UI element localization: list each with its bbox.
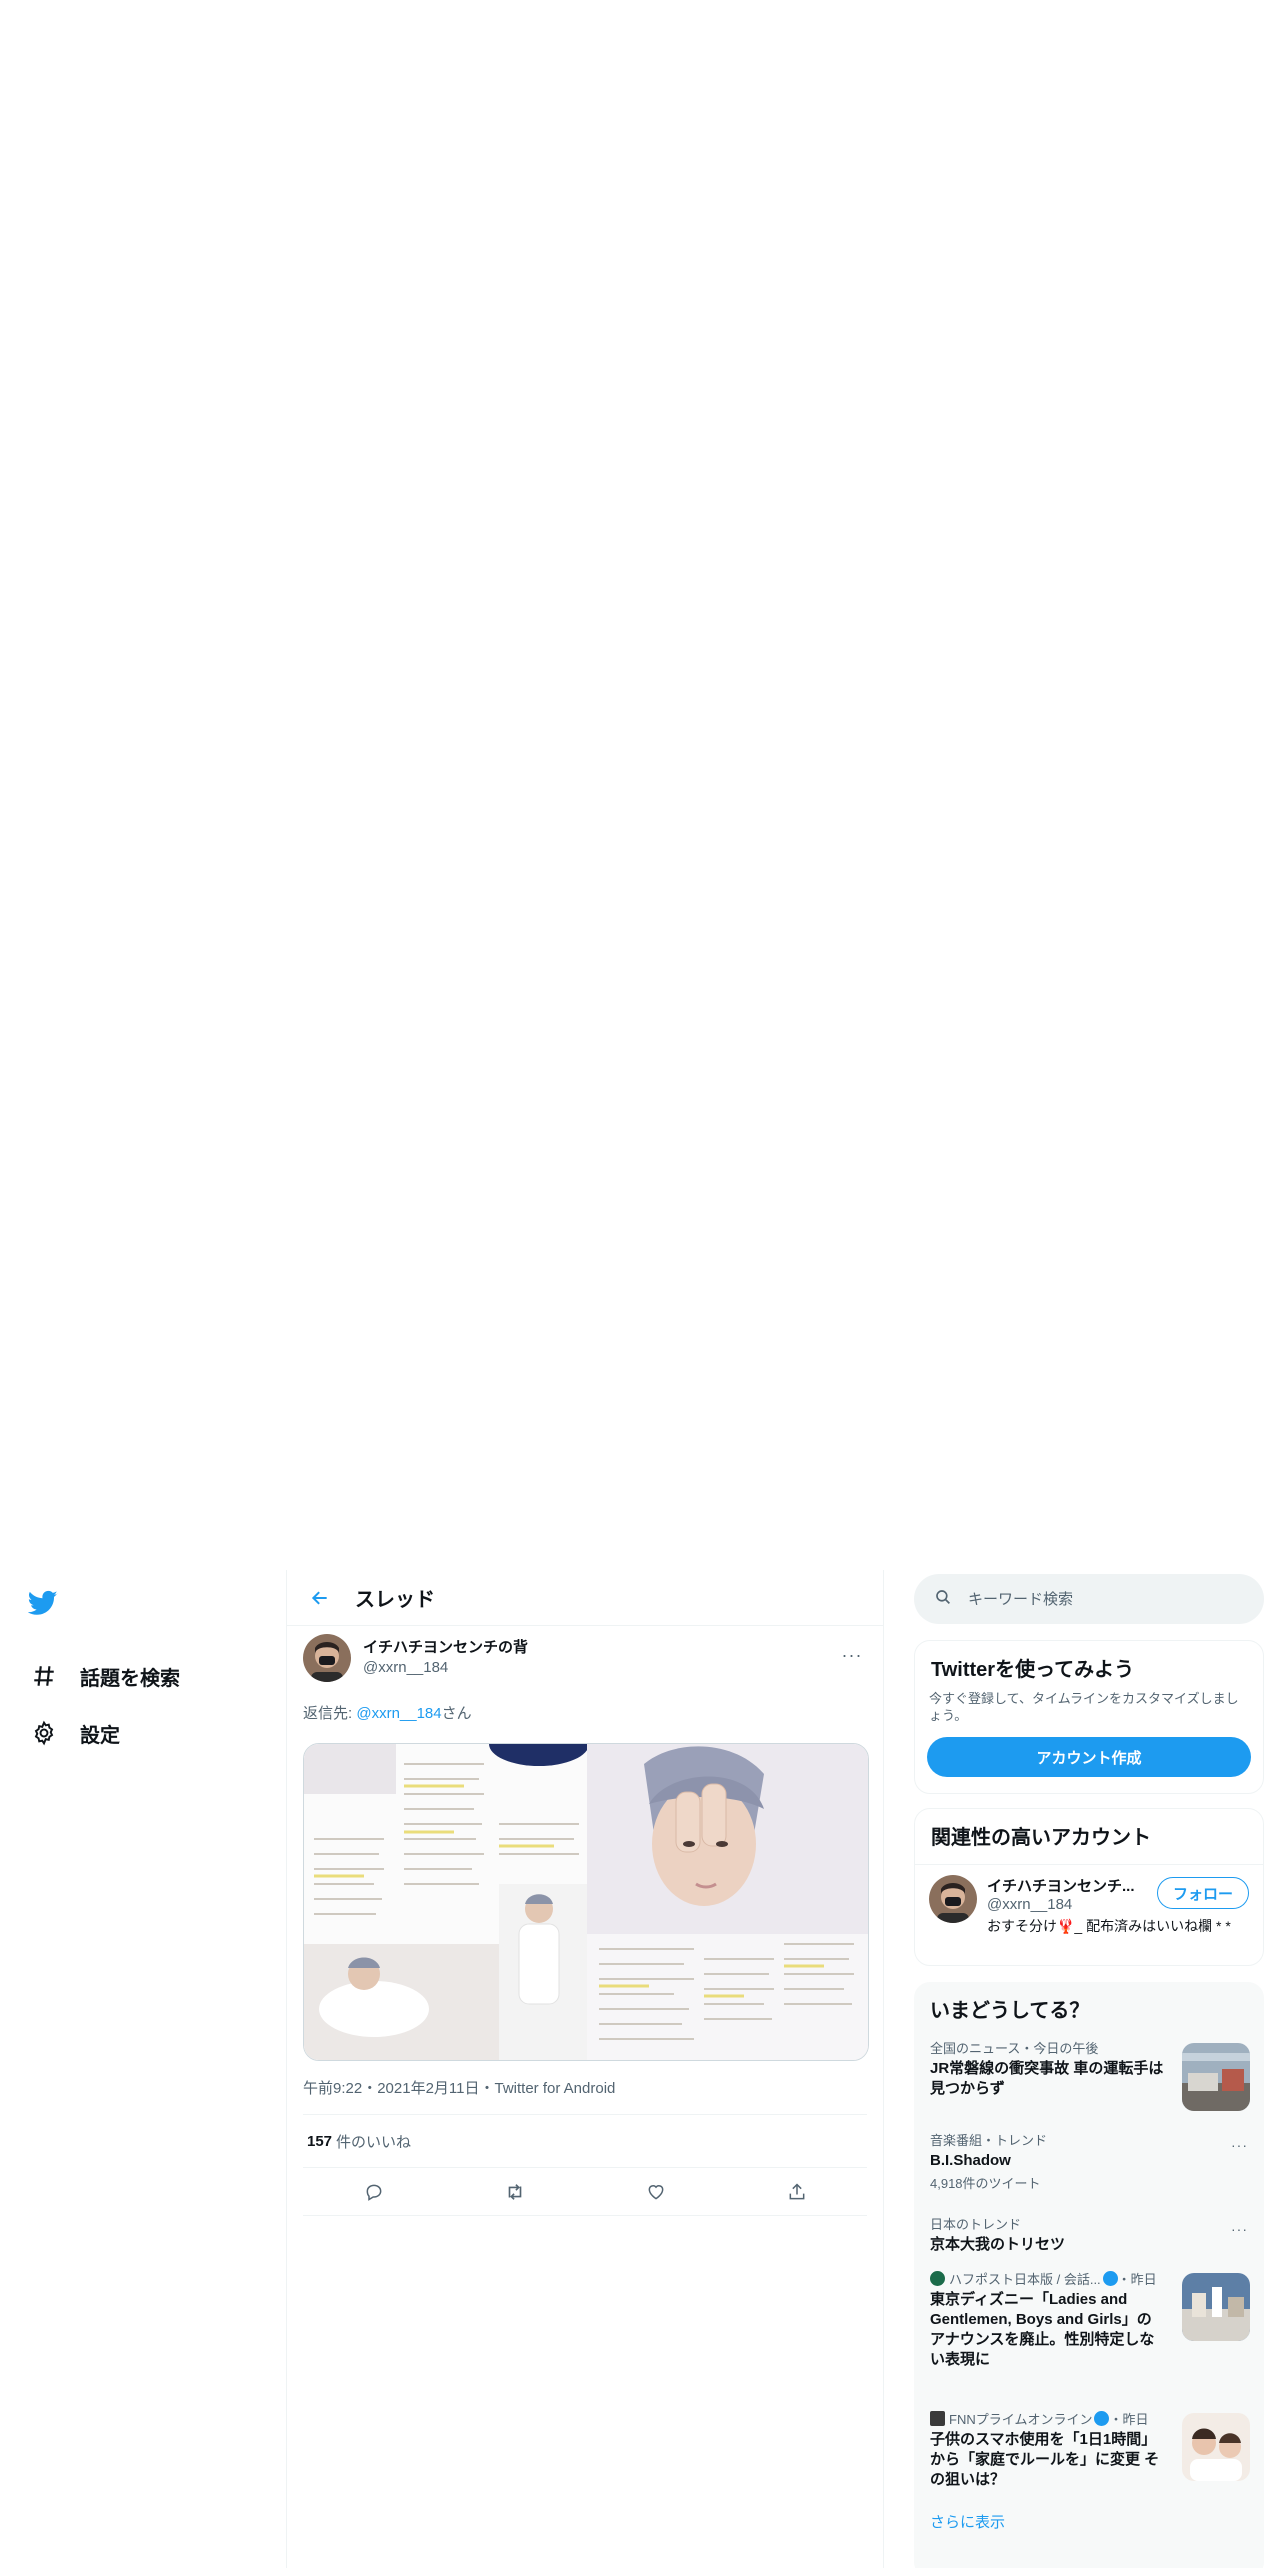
reply-icon[interactable] [356,2174,392,2210]
tweet-author: イチハチヨンセンチの背 @xxrn__184 ··· [303,1626,867,1690]
trend-name: 京本大我のトリセツ [930,2236,1066,2253]
trend-context: 音楽番組・トレンド [930,2133,1048,2148]
nav-explore-label: 話題を検索 [80,1667,180,1690]
reply-prefix: 返信先: [303,1705,357,1722]
left-navigation: 話題を検索 設定 [0,1570,286,2568]
trend-source: ハフポスト日本版 / 会話... ・昨日 [930,2271,1164,2288]
reply-to-line: 返信先: @xxrn__184さん [303,1702,867,1723]
verified-badge-icon [1102,2271,1118,2286]
more-options-icon[interactable]: ··· [1231,2221,1248,2237]
tweet-timestamp[interactable]: 午前9:22・2021年2月11日・Twitter for Android [303,2077,867,2115]
trend-item[interactable]: 日本のトレンド 京本大我のトリセツ ··· [914,2207,1264,2261]
signup-card: Twitterを使ってみよう 今すぐ登録して、タイムラインをカスタマイズしましょ… [914,1640,1264,1794]
reply-suffix: さん [441,1705,472,1722]
related-accounts-card: 関連性の高いアカウント イチハチヨンセンチ... @xxrn__184 おすそ分… [914,1808,1264,1966]
gear-icon [30,1719,58,1747]
trend-source: FNNプライムオンライン ・昨日 [930,2411,1164,2428]
verified-badge-icon [1094,2411,1110,2426]
news-source-icon [930,2411,945,2426]
nav-settings-label: 設定 [80,1724,120,1747]
avatar[interactable] [303,1634,351,1682]
search-box[interactable] [914,1574,1264,1624]
trends-card: いまどうしてる？ 全国のニュース・今日の午後 JR常磐線の衝突事故 車の運転手は… [914,1982,1264,2568]
nav-explore[interactable]: 話題を検索 [30,1656,180,1696]
trend-thumbnail [1182,2043,1250,2111]
trend-name: 子供のスマホ使用を「1日1時間」から「家庭でルールを」に変更 その狙いは？ [930,2431,1160,2488]
trend-name: JR常磐線の衝突事故 車の運転手は見つからず [930,2060,1164,2097]
related-user[interactable]: イチハチヨンセンチ... @xxrn__184 おすそ分け🦞_ 配布済みはいいね… [915,1865,1263,1945]
trend-thumbnail [1182,2413,1250,2481]
news-source-icon [930,2271,945,2286]
trend-item[interactable]: 音楽番組・トレンド B.I.Shadow 4,918件のツイート ··· [914,2123,1264,2207]
related-user-handle[interactable]: @xxrn__184 [987,1896,1137,1913]
trend-item[interactable]: 全国のニュース・今日の午後 JR常磐線の衝突事故 車の運転手は見つからず [914,2031,1264,2123]
author-handle[interactable]: @xxrn__184 [363,1658,528,1678]
tweet-actions [303,2168,867,2216]
search-input[interactable] [968,1590,1248,1608]
related-user-name[interactable]: イチハチヨンセンチ... [987,1875,1137,1896]
show-more-link[interactable]: さらに表示 [914,2501,1264,2542]
like-heart-icon[interactable] [638,2174,674,2210]
signup-description: 今すぐ登録して、タイムラインをカスタマイズしましょう。 [929,1691,1239,1723]
likes-stat[interactable]: 157 件のいいね [303,2115,867,2168]
blank-area [0,0,1284,1570]
reply-to-handle-link[interactable]: @xxrn__184 [356,1705,441,1722]
create-account-button[interactable]: アカウント作成 [927,1737,1251,1777]
trends-title: いまどうしてる？ [930,2000,1090,2022]
trend-name: B.I.Shadow [930,2152,1011,2169]
tweet-media-image[interactable] [303,1743,869,2061]
page-title: スレッド [355,1589,435,1611]
hashtag-icon [30,1662,58,1690]
follow-button[interactable]: フォロー [1157,1877,1249,1909]
right-sidebar: Twitterを使ってみよう 今すぐ登録して、タイムラインをカスタマイズしましょ… [884,1570,1284,2568]
thread-header: スレッド [287,1570,883,1626]
twitter-logo-icon[interactable] [27,1588,64,1624]
likes-count: 157 [307,2132,333,2150]
trend-item[interactable]: ハフポスト日本版 / 会話... ・昨日 東京ディズニー「Ladies and G… [914,2261,1264,2401]
related-user-bio: おすそ分け🦞_ 配布済みはいいね欄 * * [987,1918,1231,1934]
trend-context: 日本のトレンド [930,2217,1022,2232]
trend-context: 全国のニュース・今日の午後 [930,2041,1099,2056]
tweet: イチハチヨンセンチの背 @xxrn__184 ··· 返信先: @xxrn__1… [287,1626,883,2216]
trend-count: 4,918件のツイート [930,2176,1041,2191]
trend-thumbnail [1182,2273,1250,2341]
more-options-icon[interactable]: ··· [837,1640,867,1670]
related-title: 関連性の高いアカウント [931,1827,1151,1849]
more-options-icon[interactable]: ··· [1231,2137,1248,2153]
trend-name: 東京ディズニー「Ladies and Gentlemen, Boys and G… [930,2291,1155,2368]
likes-label: 件のいいね [336,2133,412,2151]
share-icon[interactable] [779,2174,815,2210]
trend-item[interactable]: FNNプライムオンライン ・昨日 子供のスマホ使用を「1日1時間」から「家庭でルー… [914,2401,1264,2501]
signup-title: Twitterを使ってみよう [931,1659,1135,1681]
nav-settings[interactable]: 設定 [30,1713,120,1753]
retweet-icon[interactable] [497,2174,533,2210]
avatar[interactable] [929,1875,977,1923]
author-display-name[interactable]: イチハチヨンセンチの背 [363,1638,528,1658]
main-column: スレッド イチハチヨンセンチの背 @xxrn__184 ··· 返信先: @xx… [286,1570,884,2568]
back-arrow-icon[interactable] [303,1581,337,1615]
search-icon [934,1588,952,1611]
